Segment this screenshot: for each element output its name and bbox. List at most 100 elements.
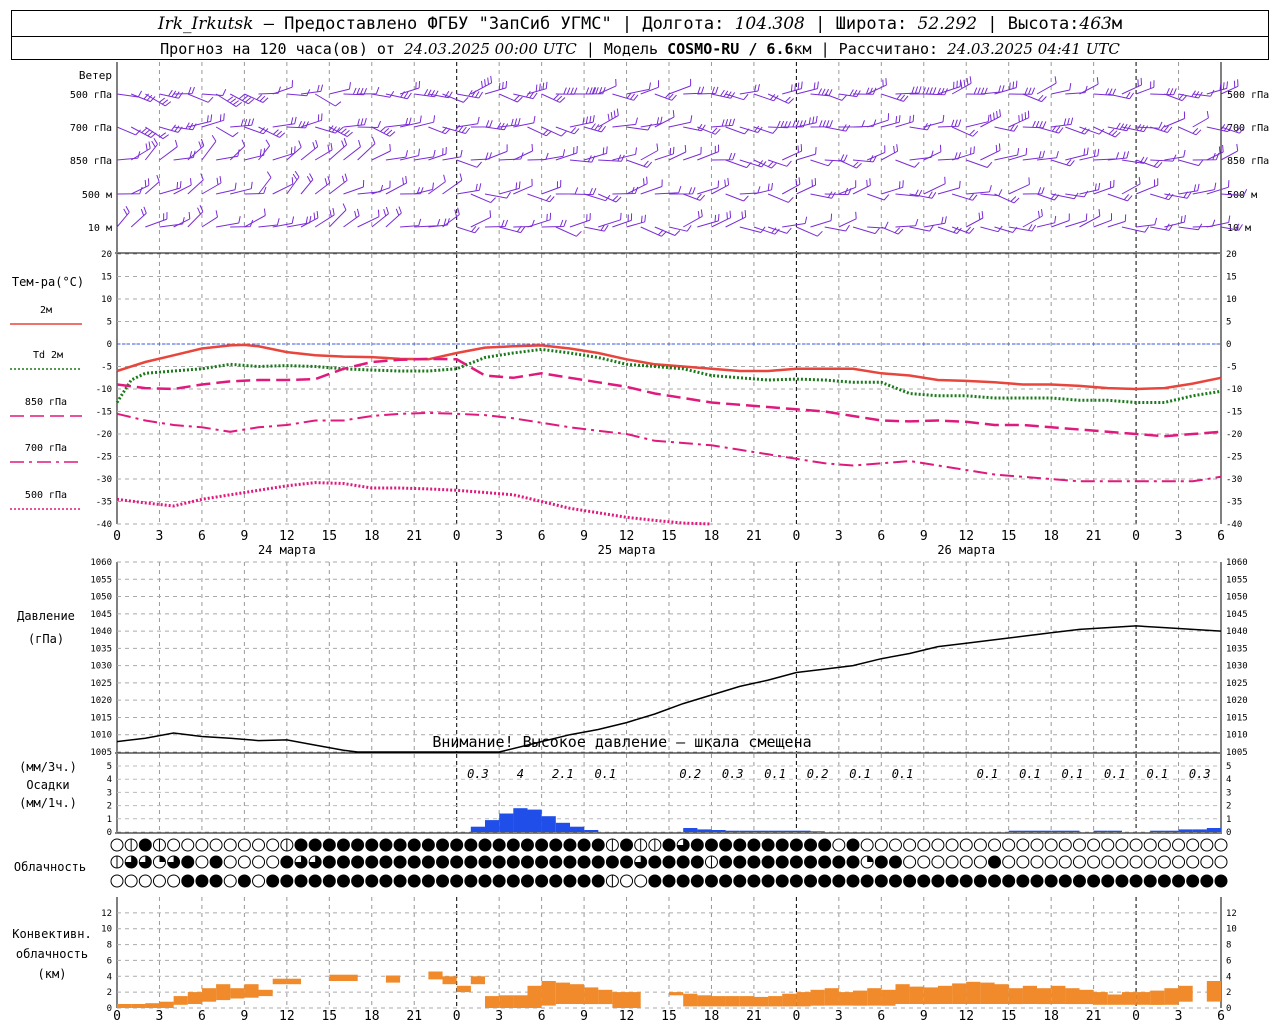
temp-tick-label: -5 bbox=[101, 363, 112, 373]
convective-tick-label-right: 2 bbox=[1226, 988, 1231, 998]
cloud-cover-icon bbox=[620, 855, 634, 869]
cloud-cover-circle bbox=[775, 874, 789, 888]
cloud-cover-circle bbox=[1058, 838, 1072, 852]
hour-tick-label: 3 bbox=[156, 529, 164, 544]
cloud-cover-circle bbox=[1214, 874, 1228, 888]
cloud-cover-icon bbox=[818, 874, 832, 888]
cloud-cover-icon bbox=[1030, 874, 1044, 888]
cloud-cover-circle bbox=[563, 838, 577, 852]
wind-barb-icon bbox=[1022, 120, 1047, 129]
cloud-cover-icon bbox=[605, 855, 619, 869]
cloud-cover-icon bbox=[407, 838, 421, 852]
convective-bar bbox=[272, 978, 287, 985]
cloud-cover-circle bbox=[959, 838, 973, 852]
wind-barb-icon bbox=[541, 179, 562, 195]
wind-barb-icon bbox=[881, 93, 909, 102]
cloud-cover-icon bbox=[846, 838, 860, 852]
wind-barb-icon bbox=[895, 218, 919, 228]
hour-tick-label: 0 bbox=[1132, 529, 1140, 544]
precip-bar bbox=[541, 816, 556, 832]
cloud-cover-circle bbox=[818, 838, 832, 852]
pressure-tick-label: 1060 bbox=[90, 558, 112, 568]
cloud-cover-circle bbox=[1214, 855, 1228, 869]
cloud-cover-circle bbox=[620, 855, 634, 869]
wind-barb-icon bbox=[937, 226, 962, 234]
precip-total-label: 0.1 bbox=[892, 767, 914, 781]
cloud-cover-icon bbox=[973, 874, 987, 888]
hour-tick-label-bottom: 15 bbox=[1001, 1009, 1017, 1024]
wind-barb-icon bbox=[1051, 213, 1070, 228]
pressure-tick-label: 1005 bbox=[90, 748, 112, 758]
wind-barb-icon bbox=[725, 159, 752, 169]
wind-barb-icon bbox=[867, 145, 886, 161]
wind-barb-icon bbox=[597, 78, 617, 95]
cloud-cover-circle bbox=[888, 855, 902, 869]
cloud-cover-icon bbox=[888, 855, 902, 869]
cloud-cover-circle bbox=[1044, 855, 1058, 869]
cloud-cover-icon bbox=[931, 874, 945, 888]
temp-legend-label: 850 гПа bbox=[25, 397, 67, 408]
pressure-tick-label-right: 1020 bbox=[1226, 696, 1248, 706]
pressure-tick-label: 1035 bbox=[90, 644, 112, 654]
wind-barb-icon bbox=[527, 81, 548, 95]
wind-barb-icon bbox=[527, 126, 552, 137]
wind-level-label: 700 гПа bbox=[70, 123, 112, 134]
cloud-cover-circle bbox=[1143, 855, 1157, 869]
wind-barb-icon bbox=[1051, 159, 1075, 167]
cloud-cover-icon bbox=[959, 838, 973, 852]
cloud-cover-icon bbox=[379, 874, 393, 888]
cloud-cover-icon bbox=[577, 874, 591, 888]
cloud-cover-circle bbox=[1115, 855, 1129, 869]
wind-barb-icon bbox=[258, 126, 286, 138]
wind-barb-icon bbox=[881, 226, 904, 235]
cloud-cover-circle bbox=[322, 855, 336, 869]
wind-barb-icon bbox=[1135, 159, 1163, 169]
wind-barb-icon bbox=[216, 216, 241, 228]
hour-tick-label-bottom: 3 bbox=[1175, 1009, 1183, 1024]
convective-bar bbox=[782, 993, 797, 1007]
convective-bar bbox=[569, 984, 585, 1004]
cloud-cover-circle bbox=[1030, 855, 1044, 869]
cloud-cover-circle bbox=[1157, 838, 1171, 852]
cloud-cover-circle bbox=[436, 855, 450, 869]
wind-barb-icon bbox=[796, 226, 823, 237]
wind-title: Ветер bbox=[79, 69, 112, 82]
cloud-title: Облачность bbox=[14, 860, 86, 874]
cloud-cover-icon bbox=[1157, 838, 1171, 852]
cloud-cover-circle bbox=[577, 838, 591, 852]
cloud-cover-icon bbox=[733, 874, 747, 888]
cloud-cover-icon bbox=[336, 874, 350, 888]
cloud-cover-icon bbox=[1129, 874, 1143, 888]
temp-tick-label-right: -20 bbox=[1226, 430, 1242, 440]
hour-tick-label-bottom: 18 bbox=[1043, 1009, 1059, 1024]
temp-tick-label: -15 bbox=[96, 408, 112, 418]
wind-barb-icon bbox=[881, 180, 904, 195]
cloud-cover-circle bbox=[1044, 838, 1058, 852]
cloud-cover-icon bbox=[549, 838, 563, 852]
cloud-cover-icon bbox=[464, 874, 478, 888]
cloud-cover-icon bbox=[237, 838, 251, 852]
temp-tick-label-right: -10 bbox=[1226, 385, 1242, 395]
wind-barb-icon bbox=[965, 211, 984, 228]
wind-barb-icon bbox=[838, 89, 861, 98]
pressure-tick-label: 1040 bbox=[90, 627, 112, 637]
pressure-unit: (гПа) bbox=[28, 632, 64, 646]
convective-bar bbox=[187, 992, 202, 1004]
convective-bar bbox=[753, 996, 769, 1007]
convective-tick-label-right: 10 bbox=[1226, 925, 1237, 935]
wind-barb-icon bbox=[895, 159, 920, 168]
cloud-cover-icon bbox=[365, 874, 379, 888]
precip-bar bbox=[1093, 830, 1108, 832]
wind-barb-icon bbox=[867, 193, 890, 201]
wind-barb-icon bbox=[1008, 177, 1030, 195]
cloud-cover-circle bbox=[294, 874, 308, 888]
wind-barb-icon bbox=[1107, 122, 1132, 132]
hour-tick-label: 9 bbox=[920, 529, 928, 544]
convective-panel: Конвективн. облачность (км) 12 12 10 10 8 8 6 6… bbox=[12, 909, 1237, 1024]
convective-bar bbox=[952, 983, 967, 1004]
wind-barb-icon bbox=[314, 93, 342, 107]
hour-tick-label-bottom: 18 bbox=[704, 1009, 720, 1024]
cloud-cover-icon bbox=[237, 855, 251, 869]
precip-unit-3h: (мм/3ч.) bbox=[19, 760, 77, 774]
cloud-cover-icon bbox=[620, 874, 634, 888]
